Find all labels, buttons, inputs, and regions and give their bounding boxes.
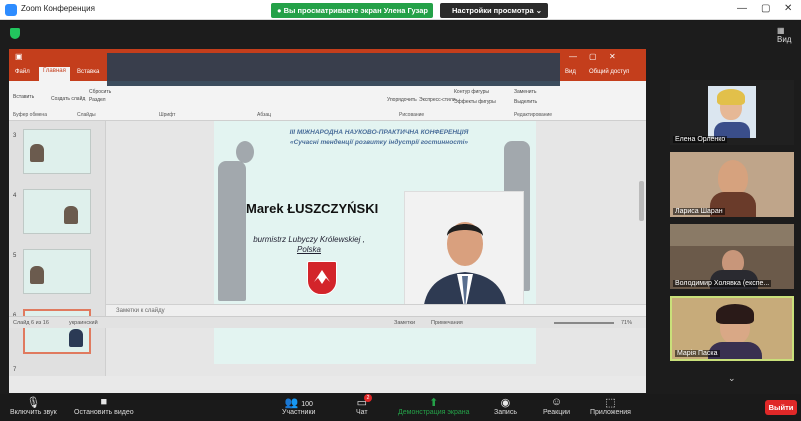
thumb-number: 3: [13, 133, 17, 139]
grid-icon: ▦: [777, 26, 785, 35]
section-button[interactable]: Раздел: [89, 97, 106, 103]
ppt-status-bar: Слайд 6 из 16 украинский Заметки Примеча…: [9, 316, 646, 328]
participant-name: Володимир Холявка (експе...: [673, 280, 772, 287]
ppt-maximize-icon[interactable]: ▢: [589, 52, 597, 61]
meeting-toolbar: 🎙 Включить звук ■ Остановить видео 👥 100…: [0, 394, 801, 421]
tab-share[interactable]: Общий доступ: [589, 69, 629, 75]
zoom-level[interactable]: 71%: [621, 320, 632, 326]
maximize-icon[interactable]: ▢: [761, 3, 770, 14]
apps-icon: ⬚: [605, 397, 616, 409]
participant-tile[interactable]: Елена Орленко: [670, 80, 794, 145]
participant-tile[interactable]: Володимир Холявка (експе...: [670, 224, 794, 289]
participant-name: Марія Паска: [675, 350, 720, 357]
participants-icon: 👥 100: [284, 397, 313, 409]
unmute-button[interactable]: 🎙 Включить звук: [10, 396, 57, 416]
thumb-number: 4: [13, 193, 17, 199]
reactions-smiley-icon: ☺: [550, 396, 563, 408]
participant-tile[interactable]: Лариса Шаран: [670, 152, 794, 217]
obscured-region: [107, 53, 560, 86]
slide-thumbnails-pane: 3 4 5 6 7: [9, 121, 106, 376]
zoom-slider[interactable]: [554, 322, 614, 324]
decorative-figure: [236, 141, 254, 163]
shared-screen-powerpoint: ▣ — ▢ ✕ Файл Главная Вставка Вид Общий д…: [9, 49, 646, 393]
arrange-button[interactable]: Упорядочить: [387, 97, 417, 103]
speaker-name: Marek ŁUSZCZYŃSKI: [246, 201, 379, 216]
minimize-icon[interactable]: —: [737, 3, 747, 14]
slide-counter: Слайд 6 из 16: [13, 320, 49, 326]
video-camera-icon: ■: [100, 396, 108, 408]
zoom-app-icon: [5, 4, 17, 16]
participant-video: [708, 86, 756, 138]
ppt-ribbon: Вставить Создать слайд Сбросить Раздел У…: [9, 81, 646, 121]
speaker-role: burmistrz Lubyczy Królewskiej , Polska: [244, 235, 374, 255]
reset-button[interactable]: Сбросить: [89, 89, 111, 95]
notes-toggle[interactable]: Заметки: [394, 320, 415, 326]
paste-button[interactable]: Вставить: [13, 94, 34, 100]
share-screen-button[interactable]: ⬆ Демонстрация экрана: [398, 396, 470, 416]
comments-toggle[interactable]: Примечания: [431, 320, 463, 326]
chat-unread-badge: 2: [364, 394, 372, 402]
security-shield-icon[interactable]: [10, 28, 20, 39]
tab-insert[interactable]: Вставка: [77, 69, 99, 75]
shape-outline-button[interactable]: Контур фигуры: [454, 89, 489, 95]
window-title: Zoom Конференция: [21, 4, 95, 13]
group-editing: Редактирование: [514, 112, 553, 118]
participant-face: [718, 160, 748, 196]
speaker-role-line: burmistrz Lubyczy Królewskiej ,: [253, 235, 365, 244]
thumb-number: 5: [13, 253, 17, 259]
participant-tile-active-speaker[interactable]: Марія Паска: [670, 296, 794, 361]
speaker-photo: [404, 191, 524, 311]
group-slides: Слайды: [77, 112, 96, 118]
leave-meeting-button[interactable]: Выйти: [765, 400, 797, 415]
ppt-minimize-icon[interactable]: —: [569, 52, 577, 61]
window-titlebar: Zoom Конференция ● Вы просматриваете экр…: [0, 0, 801, 20]
microphone-muted-icon: 🎙: [26, 397, 41, 409]
close-icon[interactable]: ✕: [784, 3, 792, 14]
group-paragraph: Абзац: [257, 112, 272, 118]
language-indicator[interactable]: украинский: [69, 320, 98, 326]
slide-thumbnail[interactable]: [23, 189, 91, 234]
record-button[interactable]: ◉ Запись: [494, 396, 517, 416]
screen-share-banner: ● Вы просматриваете экран Улена Гузар: [271, 3, 433, 18]
quick-styles-button[interactable]: Экспресс-стили: [419, 97, 456, 103]
participants-button[interactable]: 👥 100 Участники: [282, 396, 315, 416]
group-font: Шрифт: [159, 112, 176, 118]
coat-of-arms-image: [307, 261, 337, 295]
tab-file[interactable]: Файл: [15, 69, 30, 75]
select-button[interactable]: Выделить: [514, 99, 537, 105]
ppt-workspace: 3 4 5 6 7 ІІІ МІЖНАРОДНА НАУКОВО-ПРАКТИЧ…: [9, 121, 646, 376]
group-drawing: Рисование: [399, 112, 425, 118]
stop-video-button[interactable]: ■ Остановить видео: [74, 396, 134, 416]
ppt-close-icon[interactable]: ✕: [609, 52, 616, 61]
view-settings-button[interactable]: Настройки просмотра ⌄: [440, 3, 548, 18]
shape-effects-button[interactable]: Эффекты фигуры: [454, 99, 496, 105]
vertical-scrollbar[interactable]: [639, 181, 644, 221]
record-icon: ◉: [500, 397, 511, 409]
slide-thumbnail[interactable]: [23, 249, 91, 294]
chat-button[interactable]: ▭ 2 Чат: [356, 394, 372, 416]
participant-name: Елена Орленко: [673, 136, 728, 143]
participant-name: Лариса Шаран: [673, 208, 725, 215]
reactions-button[interactable]: ☺ Реакции: [543, 396, 570, 416]
tab-view[interactable]: Вид: [565, 69, 576, 75]
slide-thumbnail[interactable]: [23, 129, 91, 174]
conference-subtitle: «Сучасні тенденції розвитку індустрії го…: [289, 139, 469, 146]
conference-title: ІІІ МІЖНАРОДНА НАУКОВО-ПРАКТИЧНА КОНФЕРЕ…: [289, 129, 469, 136]
thumb-number: 7: [13, 367, 17, 373]
new-slide-button[interactable]: Создать слайд: [51, 96, 85, 102]
group-clipboard: Буфер обмена: [13, 112, 47, 118]
apps-button[interactable]: ⬚ Приложения: [590, 396, 631, 416]
speaker-country: Polska: [296, 245, 321, 254]
view-layout-button[interactable]: ▦ Вид: [777, 26, 801, 44]
chevron-down-icon[interactable]: ⌄: [728, 373, 736, 384]
replace-button[interactable]: Заменить: [514, 89, 536, 95]
tab-home[interactable]: Главная: [39, 67, 70, 81]
save-icon[interactable]: ▣: [15, 52, 23, 61]
decorative-figure: [218, 161, 246, 301]
slide-notes-field[interactable]: Заметки к слайду: [106, 304, 646, 316]
share-screen-icon: ⬆: [429, 397, 439, 409]
